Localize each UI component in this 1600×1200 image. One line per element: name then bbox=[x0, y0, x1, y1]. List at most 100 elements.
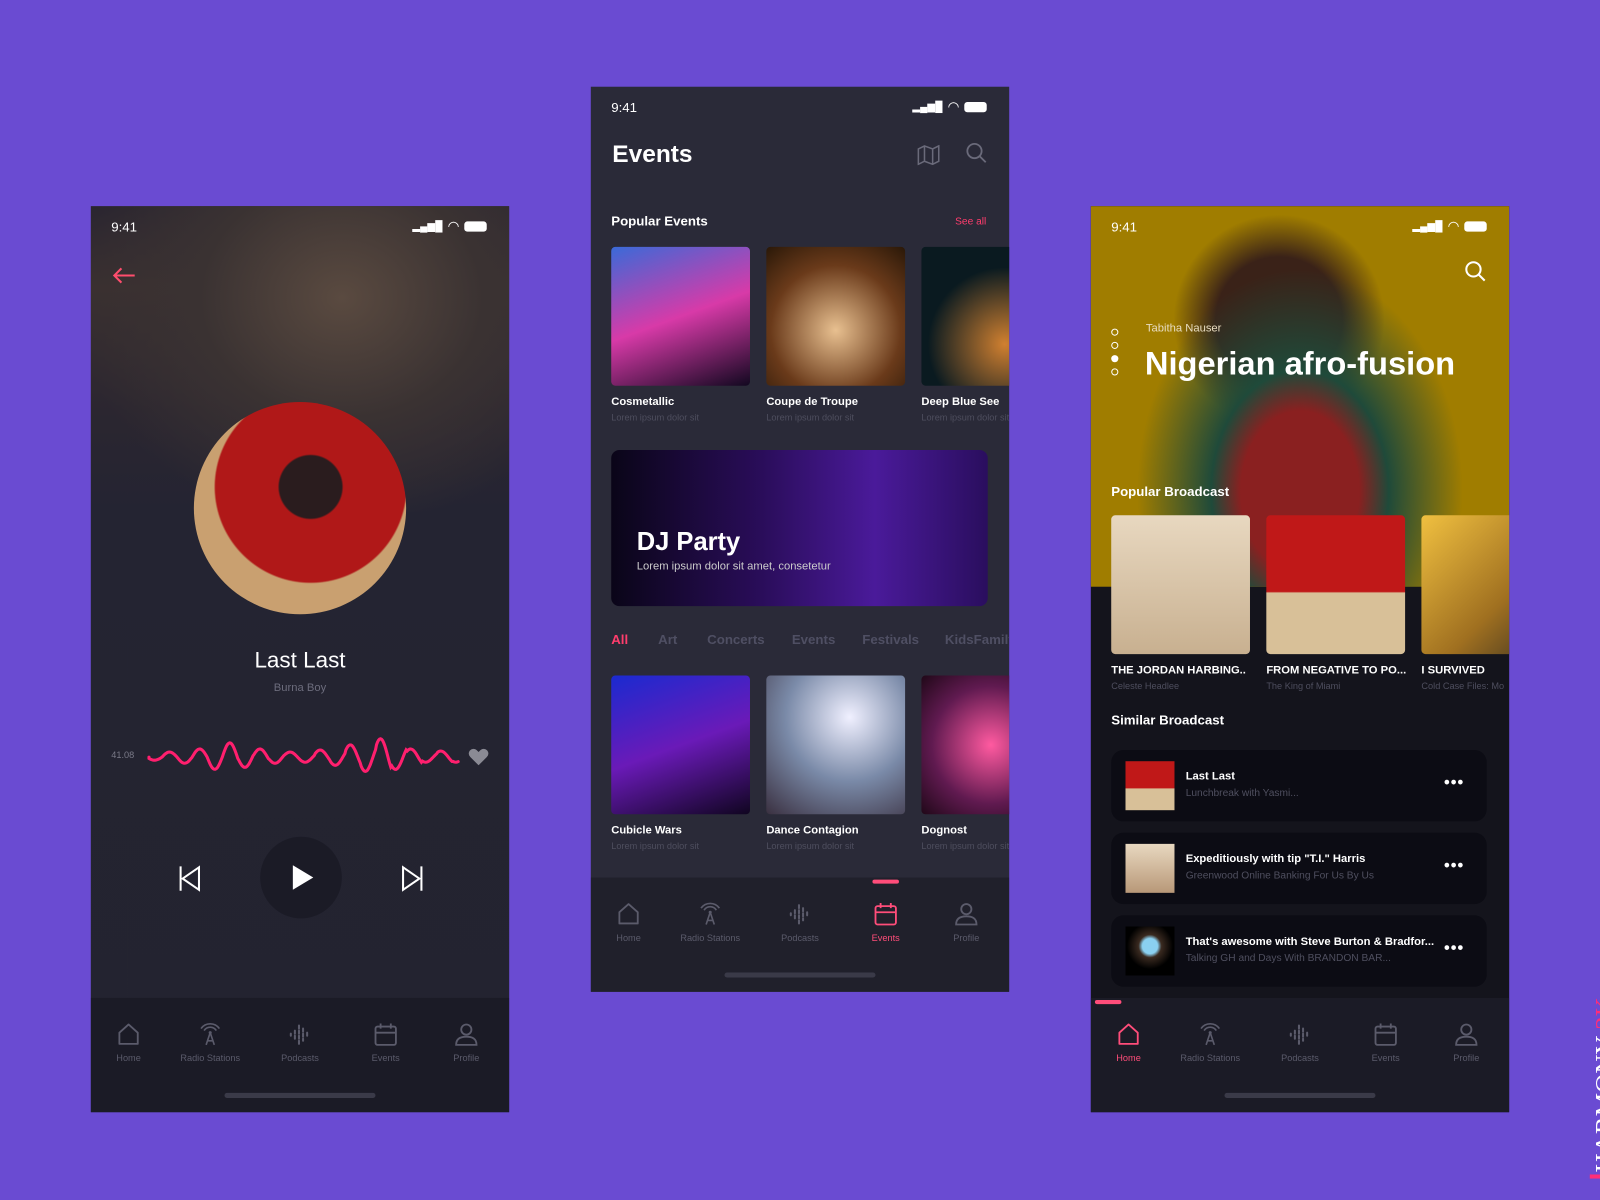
map-icon[interactable] bbox=[917, 144, 940, 166]
nav-label: Events bbox=[871, 932, 900, 943]
card-image[interactable] bbox=[921, 246, 1010, 386]
nav-label: Events bbox=[371, 1053, 400, 1064]
wifi-icon: ◠ bbox=[447, 218, 460, 234]
watermark-text: HARMONY bbox=[1589, 1036, 1600, 1173]
card-title[interactable]: THE JORDAN HARBING.. bbox=[1111, 664, 1246, 676]
category-tab[interactable]: Festivals bbox=[862, 632, 919, 647]
card-title[interactable]: Dognost bbox=[921, 824, 967, 836]
card-title[interactable]: Cosmetallic bbox=[611, 396, 674, 408]
battery-icon bbox=[964, 102, 987, 113]
dj-party-banner[interactable]: DJ Party Lorem ipsum dolor sit amet, con… bbox=[611, 449, 988, 607]
nav-radio-stations[interactable]: Radio Stations bbox=[1169, 1022, 1251, 1063]
nav-label: Home bbox=[616, 932, 641, 943]
back-arrow-icon[interactable] bbox=[111, 266, 135, 284]
waveform-progress[interactable] bbox=[147, 732, 463, 783]
nav-home[interactable]: Home bbox=[1091, 1022, 1170, 1063]
card-image[interactable] bbox=[1266, 515, 1406, 655]
signal-icon: ▂▄▆█ bbox=[1412, 220, 1443, 233]
see-all-link[interactable]: See all bbox=[955, 216, 986, 227]
more-options-icon[interactable]: ••• bbox=[1444, 774, 1464, 792]
broadcast-subtitle: Talking GH and Days With BRANDON BAR... bbox=[1185, 953, 1391, 965]
broadcast-thumbnail bbox=[1125, 843, 1175, 893]
card-image[interactable] bbox=[611, 246, 750, 386]
category-tab[interactable]: Art bbox=[658, 632, 677, 647]
nav-podcasts[interactable]: Podcasts bbox=[759, 902, 841, 943]
play-button[interactable] bbox=[260, 836, 342, 919]
category-tab[interactable]: KidsFamily bbox=[945, 632, 1009, 647]
player-screen: 9:41 ▂▄▆█ ◠ Last Last Burna Boy 41.08 Hom… bbox=[90, 206, 510, 1113]
carousel-dots[interactable] bbox=[1111, 328, 1119, 376]
similar-broadcast-item[interactable]: Last Last Lunchbreak with Yasmi... ••• bbox=[1111, 749, 1487, 822]
bottom-nav: Home Radio Stations Podcasts Events Profile bbox=[1090, 997, 1510, 1113]
broadcast-title: Last Last bbox=[1185, 770, 1235, 783]
home-indicator bbox=[224, 1092, 376, 1098]
card-title[interactable]: Cubicle Wars bbox=[611, 824, 682, 836]
card-image[interactable] bbox=[1421, 515, 1510, 655]
card-subtitle: Lorem ipsum dolor sit bbox=[766, 412, 855, 423]
card-title[interactable]: Deep Blue See bbox=[921, 396, 999, 408]
nav-profile[interactable]: Profile bbox=[1425, 1022, 1507, 1063]
category-tab[interactable]: Concerts bbox=[707, 632, 765, 647]
card-image[interactable] bbox=[766, 246, 906, 386]
radio-tower-icon bbox=[700, 902, 721, 925]
podcast-icon bbox=[789, 904, 809, 925]
broadcast-title: Expeditiously with tip "T.I." Harris bbox=[1185, 853, 1366, 866]
nav-label: Podcasts bbox=[1281, 1053, 1319, 1064]
nav-radio-stations[interactable]: Radio Stations bbox=[669, 902, 751, 943]
nav-home[interactable]: Home bbox=[91, 1022, 170, 1063]
nav-label: Podcasts bbox=[281, 1053, 319, 1064]
popular-events-heading: Popular Events bbox=[611, 213, 708, 229]
watermark-suffix: 2K bbox=[1589, 997, 1600, 1030]
nav-podcasts[interactable]: Podcasts bbox=[1259, 1022, 1341, 1063]
search-icon[interactable] bbox=[1464, 260, 1486, 282]
calendar-icon bbox=[874, 903, 897, 926]
card-subtitle: Lorem ipsum dolor sit bbox=[921, 840, 1010, 852]
more-options-icon[interactable]: ••• bbox=[1444, 857, 1464, 875]
home-icon bbox=[1118, 1023, 1139, 1045]
search-icon[interactable] bbox=[965, 142, 987, 164]
previous-track-icon[interactable] bbox=[179, 865, 201, 892]
card-title[interactable]: FROM NEGATIVE TO PO... bbox=[1266, 664, 1406, 676]
user-icon bbox=[955, 903, 978, 926]
card-image[interactable] bbox=[766, 675, 906, 815]
nav-radio-stations[interactable]: Radio Stations bbox=[169, 1022, 251, 1063]
broadcast-thumbnail bbox=[1125, 761, 1175, 811]
hero-title: Nigerian afro-fusion bbox=[1144, 344, 1456, 382]
card-title[interactable]: Dance Contagion bbox=[766, 824, 858, 836]
card-image[interactable] bbox=[611, 675, 750, 815]
card-image[interactable] bbox=[1111, 515, 1250, 655]
card-subtitle: Lorem ipsum dolor sit bbox=[921, 412, 1010, 423]
card-subtitle: Lorem ipsum dolor sit bbox=[766, 840, 855, 852]
status-time: 9:41 bbox=[111, 218, 138, 235]
nav-label: Profile bbox=[453, 1053, 480, 1064]
signal-icon: ▂▄▆█ bbox=[412, 220, 443, 233]
active-tab-indicator bbox=[872, 879, 899, 884]
similar-broadcast-item[interactable]: Expeditiously with tip "T.I." Harris Gree… bbox=[1111, 832, 1487, 905]
status-bar: 9:41 ▂▄▆█ ◠ bbox=[611, 99, 987, 115]
home-screen: 9:41 ▂▄▆█ ◠ Tabitha Nauser Nigerian afro-… bbox=[1090, 206, 1510, 1113]
heart-icon[interactable] bbox=[468, 748, 489, 766]
nav-podcasts[interactable]: Podcasts bbox=[259, 1022, 341, 1063]
nav-label: Profile bbox=[953, 932, 980, 943]
nav-profile[interactable]: Profile bbox=[926, 902, 1008, 943]
banner-title: DJ Party bbox=[636, 527, 741, 557]
status-bar: 9:41 ▂▄▆█ ◠ bbox=[1111, 218, 1487, 234]
card-title[interactable]: Coupe de Troupe bbox=[766, 396, 858, 408]
nav-events[interactable]: Events bbox=[845, 902, 927, 943]
card-title[interactable]: I SURVIVED bbox=[1421, 664, 1484, 676]
home-indicator bbox=[724, 972, 876, 978]
nav-home[interactable]: Home bbox=[591, 902, 670, 943]
nav-events[interactable]: Events bbox=[345, 1022, 427, 1063]
next-track-icon[interactable] bbox=[401, 865, 423, 892]
category-tab[interactable]: Events bbox=[792, 632, 836, 647]
card-subtitle: Celeste Headlee bbox=[1111, 680, 1180, 691]
card-subtitle: Lorem ipsum dolor sit bbox=[611, 412, 700, 423]
similar-broadcast-item[interactable]: That's awesome with Steve Burton & Bradf… bbox=[1111, 915, 1487, 987]
nav-profile[interactable]: Profile bbox=[426, 1022, 508, 1063]
category-tab[interactable]: All bbox=[611, 632, 628, 647]
card-image[interactable] bbox=[921, 675, 1010, 815]
more-options-icon[interactable]: ••• bbox=[1444, 940, 1464, 958]
status-time: 9:41 bbox=[1111, 218, 1138, 235]
nav-events[interactable]: Events bbox=[1345, 1022, 1427, 1063]
calendar-icon bbox=[374, 1023, 397, 1046]
